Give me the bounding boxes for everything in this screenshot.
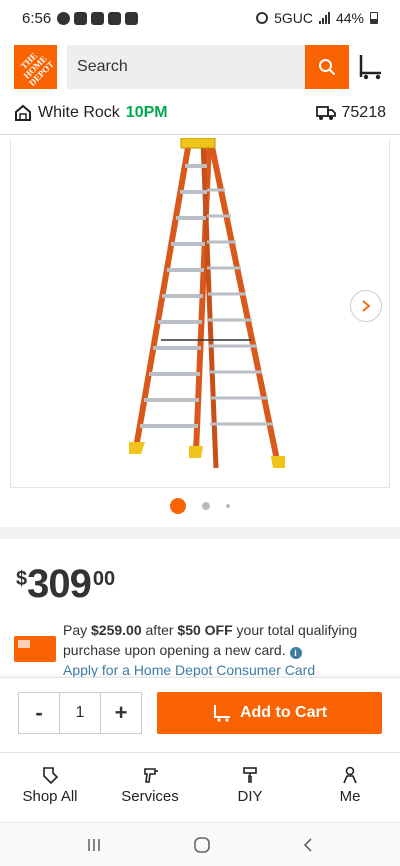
gallery-dot[interactable]	[202, 502, 210, 510]
recent-apps-icon[interactable]	[85, 837, 103, 853]
nav-label: Shop All	[22, 788, 78, 805]
bottom-nav: Shop All Services DIY Me	[0, 752, 400, 818]
search-bar	[67, 45, 349, 89]
nav-label: DIY	[237, 788, 263, 805]
next-image-button[interactable]	[350, 290, 382, 322]
search-icon	[318, 59, 335, 75]
quantity-value[interactable]: 1	[59, 693, 101, 733]
person-icon	[343, 766, 357, 784]
promo-discount: $50 OFF	[177, 622, 233, 638]
home-icon[interactable]	[193, 836, 211, 854]
system-navigation-bar	[0, 822, 400, 866]
signal-icon	[318, 12, 330, 24]
promo-prefix: Pay	[63, 622, 92, 638]
header: THE HOME DEPOT	[0, 42, 400, 92]
paint-roller-icon	[243, 767, 257, 783]
decrease-quantity-button[interactable]: -	[19, 693, 59, 733]
zip-code: 75218	[341, 104, 387, 121]
alarm-icon	[256, 12, 269, 24]
back-icon[interactable]	[301, 837, 315, 853]
price-cents: 00	[92, 568, 116, 590]
gallery-dot-active[interactable]	[170, 498, 186, 514]
cart-icon	[213, 705, 230, 722]
chevron-right-icon	[362, 300, 371, 312]
nav-me[interactable]: Me	[300, 753, 400, 818]
store-info-bar[interactable]: White Rock 10PM 75218	[0, 98, 400, 128]
gmail-icon	[91, 11, 105, 25]
drill-icon	[144, 768, 158, 783]
credit-card-promo: Pay $259.00 after $50 OFF your total qua…	[14, 620, 386, 680]
logo-text: THE HOME DEPOT	[18, 50, 57, 88]
add-to-cart-bar: - 1 + Add to Cart	[0, 677, 400, 749]
increase-quantity-button[interactable]: +	[101, 693, 141, 733]
search-input[interactable]	[67, 45, 298, 89]
app-notification-icon	[125, 11, 139, 25]
cart-icon	[360, 55, 382, 80]
add-to-cart-button[interactable]: Add to Cart	[157, 692, 382, 734]
promo-price: $259.00	[91, 622, 142, 638]
store-icon	[15, 104, 31, 121]
battery-icon	[370, 12, 378, 24]
battery-percent: 44%	[335, 10, 364, 26]
cart-button[interactable]	[357, 47, 386, 87]
store-closing-time: 10PM	[125, 104, 168, 121]
divider	[0, 134, 400, 135]
promo-text: Pay $259.00 after $50 OFF your total qua…	[63, 620, 373, 680]
nav-diy[interactable]: DIY	[200, 753, 300, 818]
store-name[interactable]: White Rock	[38, 104, 120, 122]
gallery-dot[interactable]	[226, 504, 230, 508]
home-depot-logo[interactable]: THE HOME DEPOT	[14, 45, 58, 89]
notification-icons	[57, 11, 139, 25]
add-to-cart-label: Add to Cart	[239, 704, 328, 721]
promo-middle: after	[141, 622, 178, 638]
nav-shop-all[interactable]: Shop All	[0, 753, 100, 818]
info-icon[interactable]: i	[289, 647, 302, 659]
status-right: 5GUC 44%	[256, 10, 378, 26]
instagram-icon	[74, 11, 88, 25]
facebook-icon	[57, 11, 71, 25]
network-type: 5GUC	[274, 10, 313, 26]
section-divider	[0, 527, 400, 539]
tag-icon	[43, 767, 59, 784]
credit-card-image	[14, 636, 56, 662]
truck-icon	[315, 106, 336, 120]
status-time: 6:56	[22, 9, 52, 27]
product-image-frame[interactable]	[10, 137, 390, 488]
product-image	[129, 137, 285, 469]
nav-services[interactable]: Services	[100, 753, 200, 818]
price-dollars: 309	[27, 562, 92, 606]
delivery-zip[interactable]: 75218	[315, 104, 387, 122]
status-bar: 6:56 5GUC 44%	[0, 0, 400, 36]
price-currency: $	[16, 568, 28, 590]
nav-label: Me	[339, 788, 361, 805]
apply-card-link[interactable]: Apply for a Home Depot Consumer Card	[63, 662, 315, 678]
gallery-icon	[108, 11, 122, 25]
product-price: $ 309 00	[16, 562, 115, 606]
search-button[interactable]	[304, 45, 349, 89]
quantity-stepper: - 1 +	[18, 692, 142, 734]
gallery-dots	[0, 498, 400, 514]
nav-label: Services	[121, 788, 179, 805]
